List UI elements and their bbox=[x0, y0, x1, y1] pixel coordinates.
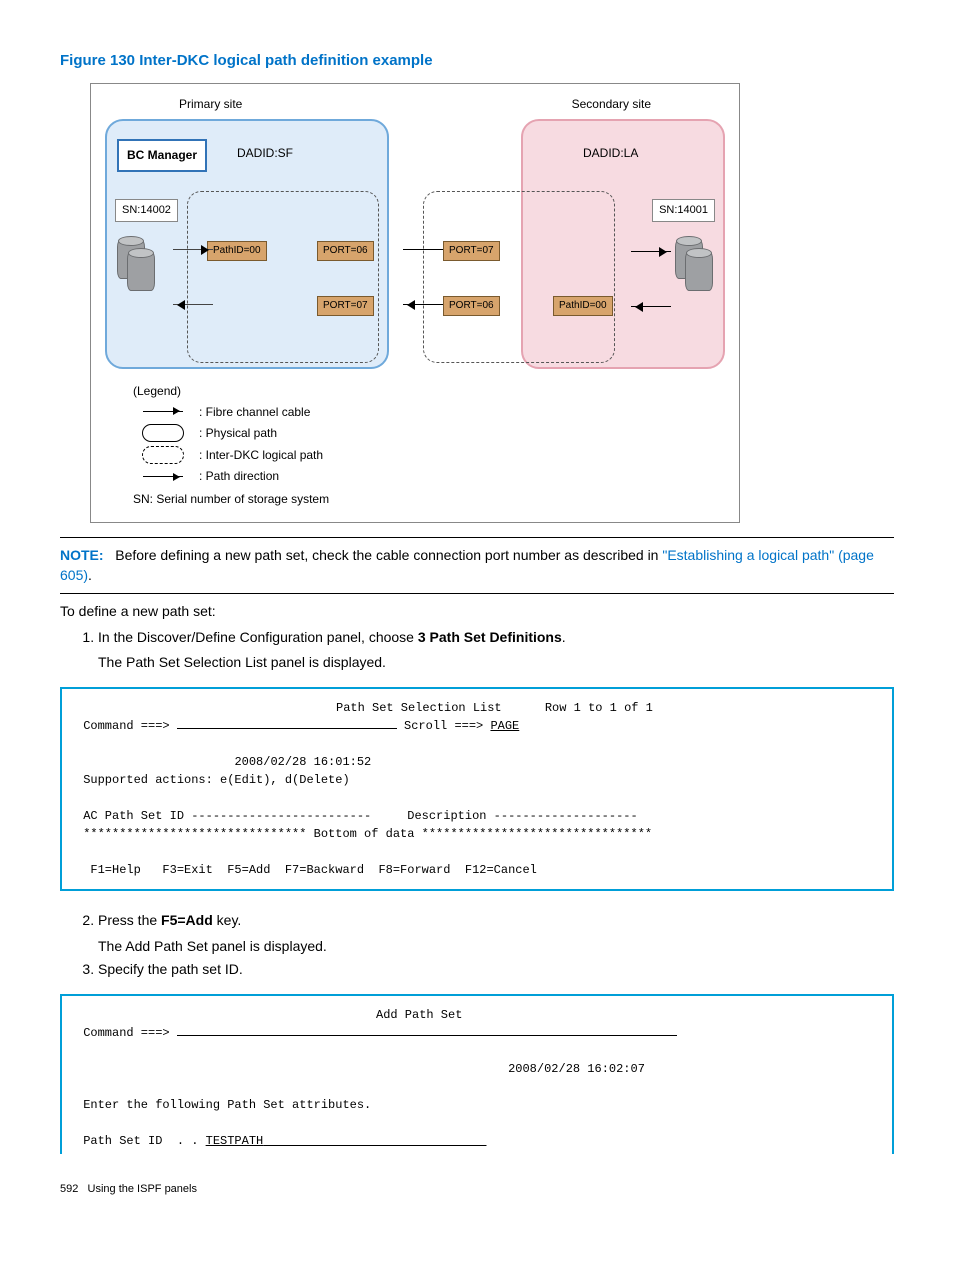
panel1-bottom: ******************************* Bottom o… bbox=[76, 827, 652, 841]
step-1: In the Discover/Define Configuration pan… bbox=[98, 628, 894, 673]
panel2-prompt: Enter the following Path Set attributes. bbox=[76, 1098, 371, 1112]
connector-right-top bbox=[631, 251, 671, 252]
storage-icon-left bbox=[117, 239, 155, 299]
panel1-supported: Supported actions: e(Edit), d(Delete) bbox=[76, 773, 350, 787]
panel1-fkeys: F1=Help F3=Exit F5=Add F7=Backward F8=Fo… bbox=[76, 863, 537, 877]
panel-add-path-set: Add Path Set Command ===> 2008/02/28 16:… bbox=[60, 994, 894, 1154]
dadid-la: DADID:LA bbox=[583, 145, 638, 162]
panel1-cmd-label: Command ===> bbox=[76, 719, 177, 733]
port06-top: PORT=06 bbox=[317, 241, 374, 261]
panel2-pathset-input[interactable]: TESTPATH bbox=[206, 1134, 487, 1148]
step1-sub: The Path Set Selection List panel is dis… bbox=[98, 653, 894, 673]
port07-top: PORT=07 bbox=[443, 241, 500, 261]
panel1-scroll-label: Scroll ===> bbox=[397, 719, 491, 733]
panel2-timestamp: 2008/02/28 16:02:07 bbox=[508, 1062, 645, 1076]
legend-interdkc-icon bbox=[133, 446, 193, 464]
legend-physical-icon bbox=[133, 424, 193, 442]
secondary-site-box: DADID:LA SN:14001 PORT=07 PORT=06 PathID… bbox=[521, 119, 725, 369]
dadid-sf: DADID:SF bbox=[237, 145, 293, 162]
port06-bottom: PORT=06 bbox=[443, 296, 500, 316]
panel1-title: Path Set Selection List bbox=[336, 701, 502, 715]
panel-path-set-selection: Path Set Selection List Row 1 to 1 of 1 … bbox=[60, 687, 894, 891]
step2-sub: The Add Path Set panel is displayed. bbox=[98, 937, 894, 957]
bc-manager-box: BC Manager bbox=[117, 139, 207, 172]
sn-left: SN:14002 bbox=[115, 199, 178, 222]
step-3: Specify the path set ID. bbox=[98, 960, 894, 980]
legend-physical-text: : Physical path bbox=[199, 425, 277, 442]
legend-sn-text: SN: Serial number of storage system bbox=[133, 491, 725, 508]
note-label: NOTE: bbox=[60, 547, 104, 563]
page-number: 592 bbox=[60, 1183, 78, 1195]
legend-fibre-text: : Fibre channel cable bbox=[199, 404, 310, 421]
connector-left-top bbox=[173, 249, 213, 250]
step-2: Press the F5=Add key. The Add Path Set p… bbox=[98, 911, 894, 956]
primary-site-label: Primary site bbox=[179, 96, 242, 113]
connector-left-bottom bbox=[173, 304, 213, 305]
panel1-cmd-input[interactable] bbox=[177, 728, 397, 729]
port07-bottom: PORT=07 bbox=[317, 296, 374, 316]
step1-bold: 3 Path Set Definitions bbox=[418, 629, 562, 645]
pathid-right: PathID=00 bbox=[553, 296, 613, 316]
legend-direction-text: : Path direction bbox=[199, 468, 279, 485]
secondary-site-label: Secondary site bbox=[572, 96, 651, 113]
panel1-rowinfo: Row 1 to 1 of 1 bbox=[545, 701, 653, 715]
page-footer: 592 Using the ISPF panels bbox=[60, 1182, 894, 1197]
legend-interdkc-text: : Inter-DKC logical path bbox=[199, 447, 323, 464]
panel1-header: AC Path Set ID -------------------------… bbox=[76, 809, 638, 823]
note-suffix: . bbox=[88, 567, 92, 583]
figure-title: Figure 130 Inter-DKC logical path defini… bbox=[60, 50, 894, 71]
step2-text-a: Press the bbox=[98, 912, 161, 928]
panel2-cmd-label: Command ===> bbox=[76, 1026, 177, 1040]
panel2-pathset-label: Path Set ID . . bbox=[76, 1134, 206, 1148]
legend-direction-icon bbox=[133, 476, 193, 477]
figure-diagram: Primary site Secondary site BC Manager D… bbox=[60, 83, 894, 523]
note-block: NOTE: Before defining a new path set, ch… bbox=[60, 546, 894, 585]
storage-icon-right bbox=[675, 239, 713, 299]
legend-fibre-icon bbox=[133, 411, 193, 412]
note-text: Before defining a new path set, check th… bbox=[115, 547, 662, 563]
pathid-left: PathID=00 bbox=[207, 241, 267, 261]
divider bbox=[60, 537, 894, 538]
panel1-scroll-val[interactable]: PAGE bbox=[490, 719, 519, 733]
footer-section: Using the ISPF panels bbox=[88, 1183, 197, 1195]
legend: (Legend) : Fibre channel cable : Physica… bbox=[105, 383, 725, 508]
panel2-title: Add Path Set bbox=[376, 1008, 462, 1022]
panel1-timestamp: 2008/02/28 16:01:52 bbox=[234, 755, 371, 769]
intro-text: To define a new path set: bbox=[60, 602, 894, 622]
divider bbox=[60, 593, 894, 594]
step2-bold: F5=Add bbox=[161, 912, 213, 928]
panel2-pathset-val: TESTPATH bbox=[206, 1134, 264, 1148]
step1-text-c: . bbox=[562, 629, 566, 645]
sn-right: SN:14001 bbox=[652, 199, 715, 222]
primary-site-box: BC Manager DADID:SF SN:14002 PathID=00 P… bbox=[105, 119, 389, 369]
legend-title: (Legend) bbox=[133, 383, 725, 400]
step2-text-c: key. bbox=[213, 912, 242, 928]
panel2-cmd-input[interactable] bbox=[177, 1035, 677, 1036]
step1-text-a: In the Discover/Define Configuration pan… bbox=[98, 629, 418, 645]
connector-right-bottom bbox=[631, 306, 671, 307]
